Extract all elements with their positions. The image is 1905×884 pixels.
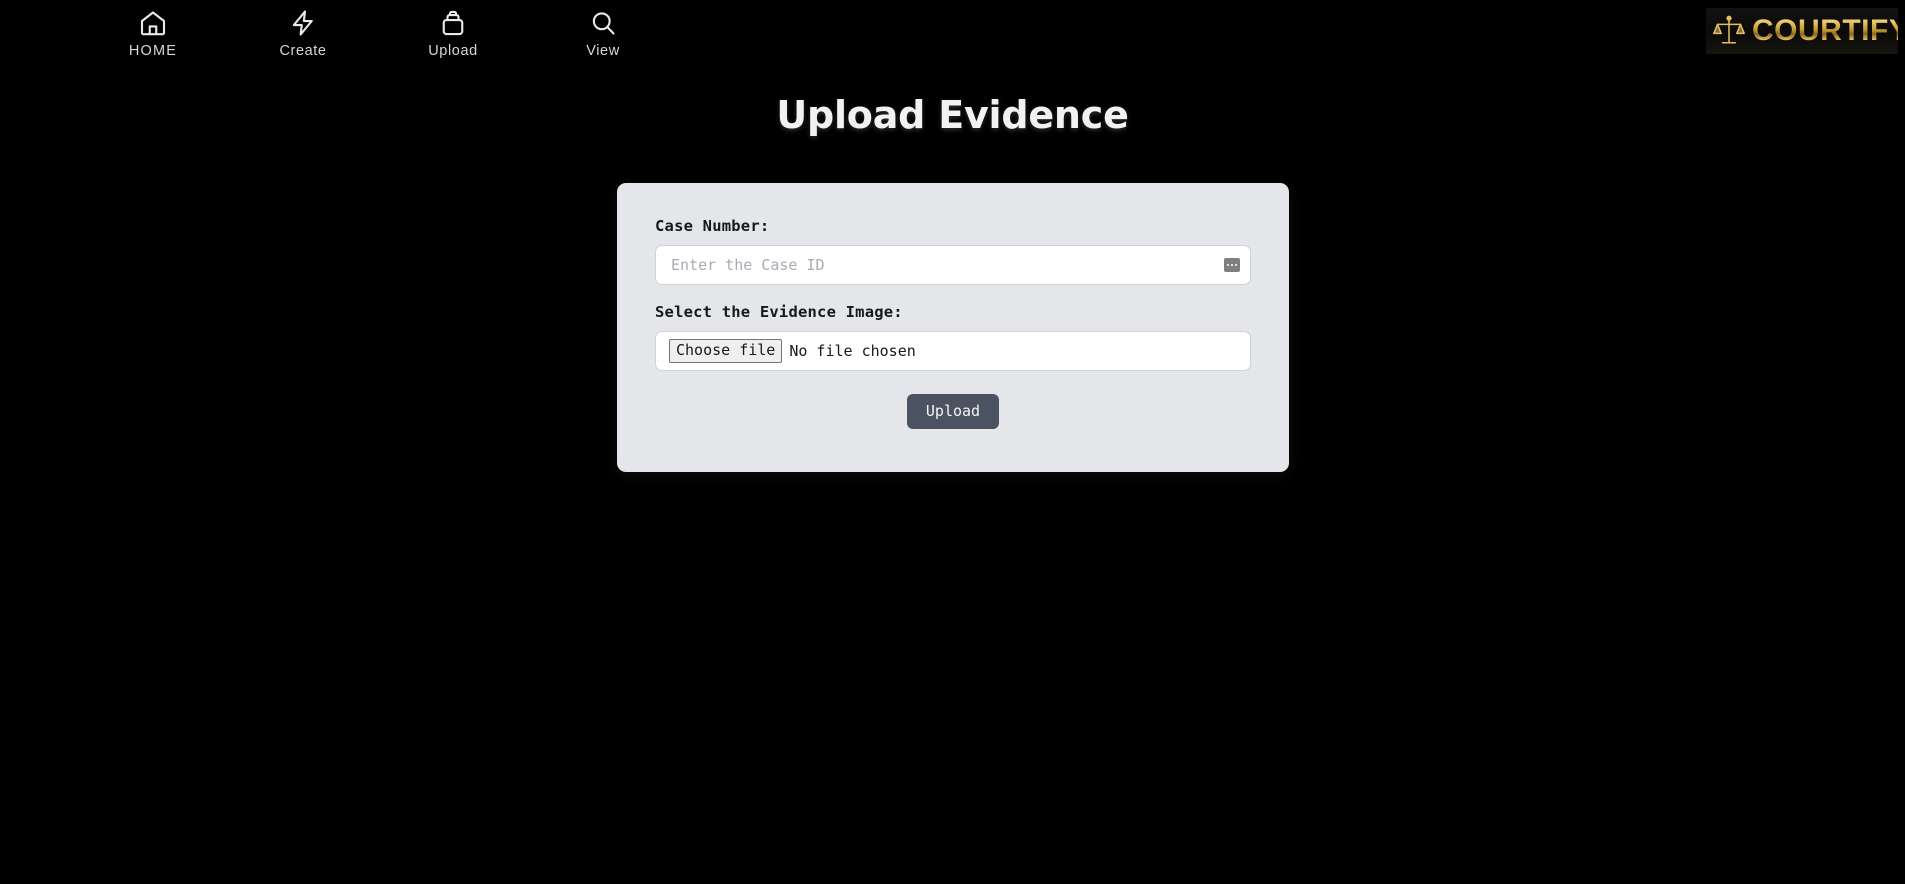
- nav-item-create[interactable]: Create: [228, 8, 378, 59]
- evidence-image-label: Select the Evidence Image:: [655, 303, 903, 321]
- autofill-dots-icon[interactable]: [1224, 258, 1240, 272]
- nav-item-upload[interactable]: Upload: [378, 8, 528, 59]
- page-title: Upload Evidence: [776, 93, 1129, 137]
- main-nav: HOME Create Upload View: [0, 0, 1905, 59]
- nav-label-create: Create: [279, 43, 327, 59]
- evidence-image-field: Select the Evidence Image: Choose file N…: [655, 303, 1251, 371]
- case-number-input-wrap: [655, 245, 1251, 285]
- nav-label-upload: Upload: [428, 43, 478, 59]
- home-icon: [138, 8, 168, 38]
- choose-file-button[interactable]: Choose file: [669, 338, 783, 364]
- brand-name: COURTIFY: [1752, 16, 1898, 46]
- zap-icon: [288, 8, 318, 38]
- evidence-image-file-input[interactable]: Choose file No file chosen: [655, 331, 1251, 371]
- upload-evidence-card: Case Number: Select the Evidence Image: …: [617, 183, 1289, 472]
- nav-label-view: View: [586, 43, 620, 59]
- archive-box-icon: [438, 8, 468, 38]
- autofill-dot: [1227, 264, 1230, 266]
- search-icon: [588, 8, 618, 38]
- case-number-field: Case Number:: [655, 217, 1251, 285]
- case-number-label: Case Number:: [655, 217, 770, 235]
- upload-button[interactable]: Upload: [906, 394, 1000, 429]
- submit-row: Upload: [655, 394, 1251, 429]
- file-chosen-status: No file chosen: [789, 342, 916, 360]
- nav-item-view[interactable]: View: [528, 8, 678, 59]
- top-navigation-bar: HOME Create Upload View COURTIFY: [0, 0, 1905, 72]
- autofill-dot: [1234, 264, 1237, 266]
- nav-label-home: HOME: [128, 43, 178, 59]
- brand-logo[interactable]: COURTIFY: [1706, 8, 1898, 54]
- scales-of-justice-icon: [1712, 13, 1746, 49]
- nav-item-home[interactable]: HOME: [78, 8, 228, 59]
- autofill-dot: [1231, 264, 1233, 266]
- case-number-input[interactable]: [655, 245, 1251, 285]
